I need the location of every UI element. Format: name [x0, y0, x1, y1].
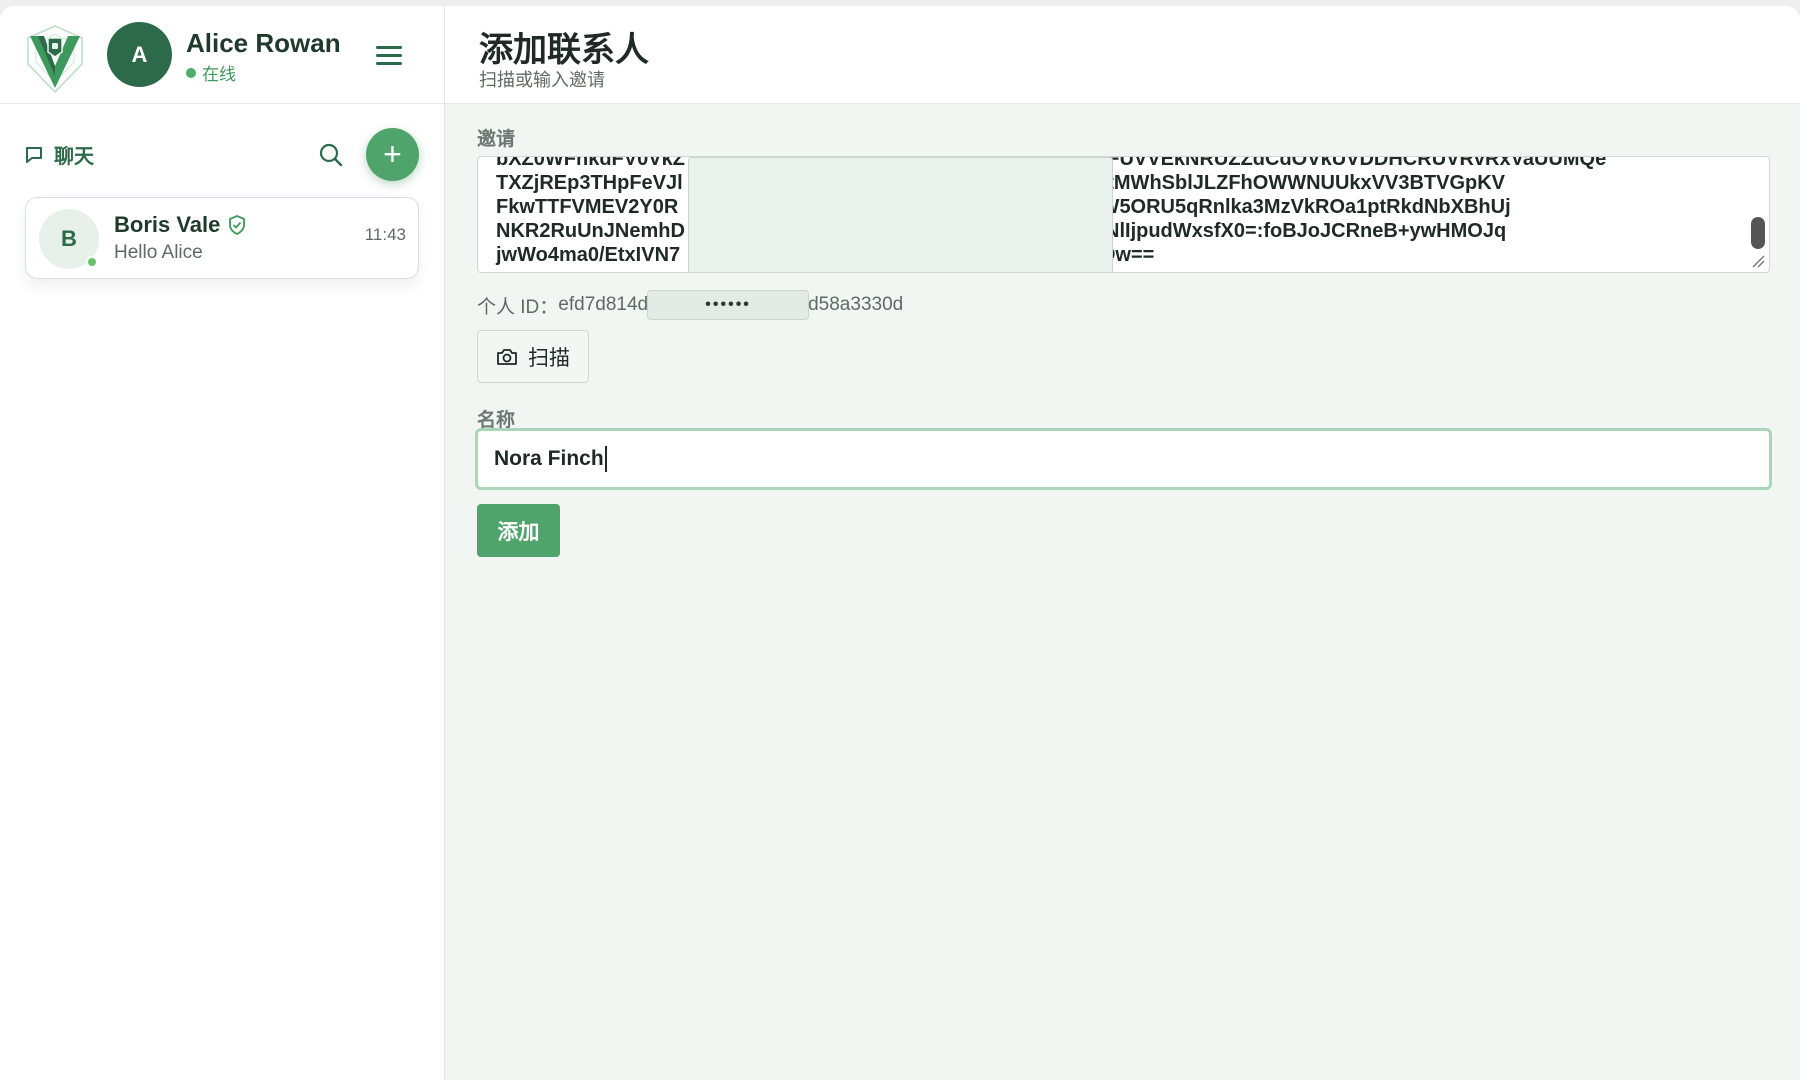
- invite-label: 邀请: [477, 129, 516, 150]
- shield-v-logo-icon: [27, 25, 83, 94]
- contact-name: Boris Vale: [114, 212, 221, 237]
- hamburger-icon[interactable]: [376, 46, 402, 68]
- new-chat-button[interactable]: +: [366, 128, 419, 181]
- name-input[interactable]: Nora Finch: [475, 428, 1772, 490]
- page-subtitle: 扫描或输入邀请: [479, 70, 605, 90]
- camera-icon: [497, 348, 517, 365]
- online-dot-icon: [86, 256, 98, 268]
- main-header: 添加联系人 扫描或输入邀请: [445, 6, 1800, 104]
- name-input-value: Nora Finch: [494, 447, 604, 470]
- add-contact-button[interactable]: 添加: [477, 504, 560, 557]
- sidebar-header: A Alice Rowan 在线: [0, 6, 444, 104]
- message-time: 11:43: [364, 225, 406, 244]
- app-window: A Alice Rowan 在线 聊天 + B Boris Vale Hello…: [0, 6, 1800, 1080]
- resize-grip-icon[interactable]: [1751, 254, 1765, 268]
- shield-check-icon: [229, 215, 246, 235]
- chat-list-item[interactable]: B Boris Vale Hello Alice 11:43: [25, 197, 419, 279]
- personal-id-suffix: d58a3330d: [808, 294, 904, 315]
- plus-icon: +: [383, 136, 402, 172]
- search-icon[interactable]: [318, 142, 344, 168]
- online-dot-icon: [186, 67, 196, 78]
- scrollbar[interactable]: [1751, 165, 1765, 261]
- contact-name-row: Boris Vale: [114, 212, 246, 238]
- personal-id-masked: ••••••: [647, 290, 810, 320]
- text-caret: [604, 446, 607, 472]
- scan-label: 扫描: [528, 346, 570, 370]
- personal-id-prefix: efd7d814d: [558, 294, 649, 315]
- invite-textarea[interactable]: bXZ0WFhkdFV0VkZ UaXVYVVRUVUVQFUVVEkNRUZZ…: [477, 156, 1770, 273]
- message-preview: Hello Alice: [114, 242, 203, 263]
- scan-button[interactable]: 扫描: [477, 330, 589, 383]
- invite-text: bXZ0WFhkdFV0VkZ UaXVYVVRUVUVQFUVVEkNRUZZ…: [496, 156, 1607, 266]
- main-panel: 添加联系人 扫描或输入邀请 邀请 bXZ0WFhkdFV0VkZ UaXVYVV…: [445, 6, 1800, 1080]
- user-status-label: 在线: [202, 65, 236, 84]
- personal-id-label: 个人 ID：: [477, 296, 559, 318]
- redaction-mask: [688, 157, 1113, 272]
- chats-label: 聊天: [54, 146, 94, 168]
- page-title: 添加联系人: [479, 31, 649, 69]
- user-status: 在线: [186, 60, 236, 85]
- user-name: Alice Rowan: [186, 28, 341, 58]
- personal-id: 个人 ID： efd7d814d •••••• d58a3330d: [477, 290, 903, 320]
- chat-bubble-icon: [26, 146, 42, 163]
- user-avatar[interactable]: A: [107, 22, 172, 87]
- sidebar: A Alice Rowan 在线 聊天 + B Boris Vale Hello…: [0, 6, 445, 1080]
- chats-section-label: 聊天: [24, 140, 94, 169]
- scrollbar-thumb[interactable]: [1751, 217, 1765, 249]
